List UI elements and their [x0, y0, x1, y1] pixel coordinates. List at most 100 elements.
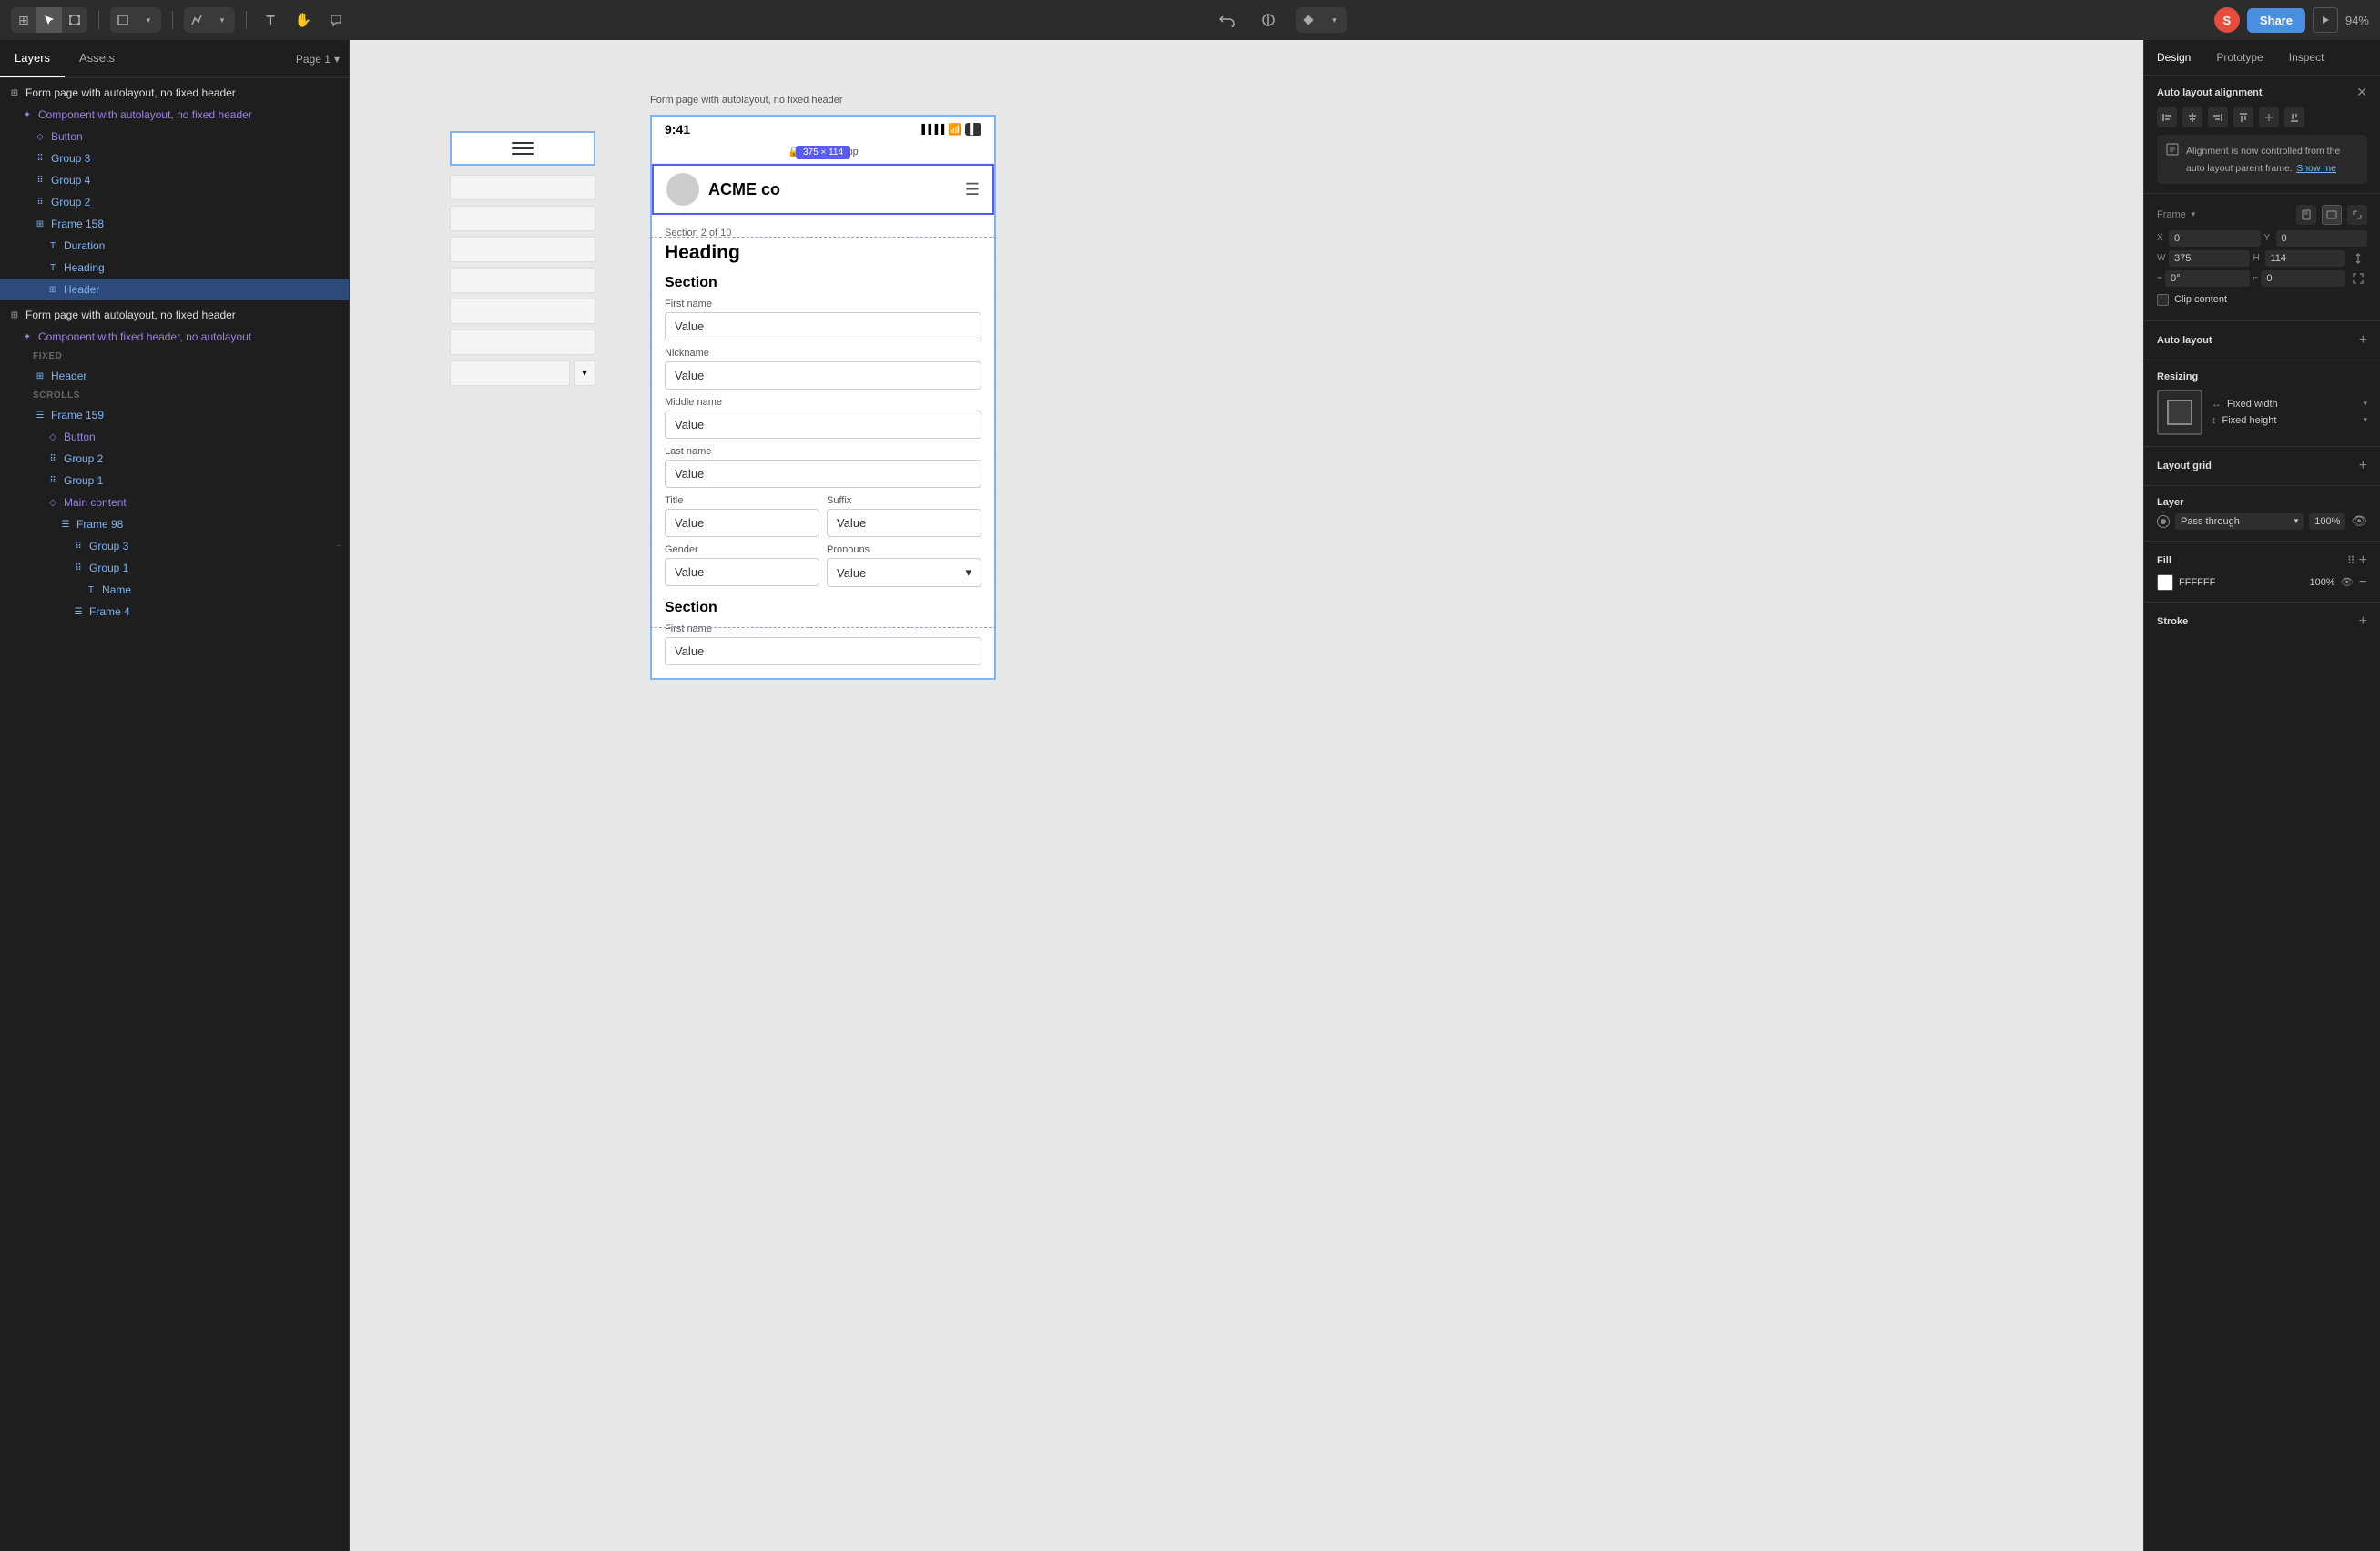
comment-tool-icon[interactable]: [323, 7, 349, 33]
distribute-down-icon[interactable]: [2284, 107, 2304, 127]
fullscreen-icon[interactable]: [2349, 270, 2367, 287]
visibility-icon[interactable]: 👁: [2351, 513, 2367, 529]
align-center-h-icon[interactable]: [2182, 107, 2202, 127]
layer-item[interactable]: ⠿ Group 1: [0, 557, 349, 579]
angle-value[interactable]: 0°: [2165, 270, 2249, 287]
undo-icon[interactable]: [1215, 7, 1241, 33]
field-input[interactable]: Value: [665, 312, 981, 340]
layer-label: Header: [51, 370, 86, 382]
tab-layers[interactable]: Layers: [0, 40, 65, 77]
corner-value[interactable]: 0: [2261, 270, 2345, 287]
close-icon[interactable]: ✕: [2356, 85, 2367, 100]
main-phone-frame[interactable]: 9:41 ▐▐▐▐ 📶 ▌ 🔒 acmeco.app 375 × 114: [650, 115, 996, 680]
landscape-frame-icon[interactable]: [2322, 205, 2342, 225]
shape-chevron-icon[interactable]: ▾: [209, 7, 235, 33]
phone-frame-icon[interactable]: [2296, 205, 2316, 225]
remove-fill-icon[interactable]: −: [2359, 575, 2367, 590]
mini-frame[interactable]: [450, 131, 595, 166]
layer-item[interactable]: ◇ Button: [0, 126, 349, 147]
component-icon[interactable]: [1296, 7, 1321, 33]
distribute-up-icon[interactable]: [2259, 107, 2279, 127]
layer-item[interactable]: ☰ Frame 98: [0, 513, 349, 535]
component-chevron-icon[interactable]: ▾: [1321, 7, 1347, 33]
field-input[interactable]: Value: [665, 460, 981, 488]
layer-item[interactable]: ⊞ Form page with autolayout, no fixed he…: [0, 82, 349, 104]
layer-item[interactable]: ⠿ Group 3 ~: [0, 535, 349, 557]
hand-tool-icon[interactable]: ✋: [290, 7, 316, 33]
frame-tool-icon[interactable]: [110, 7, 136, 33]
h-value[interactable]: 114: [2265, 250, 2346, 267]
add-fill-icon[interactable]: +: [2359, 552, 2367, 569]
pen-tool-icon[interactable]: [184, 7, 209, 33]
tab-inspect[interactable]: Inspect: [2276, 40, 2337, 75]
layer-item[interactable]: ◇ Main content: [0, 492, 349, 513]
frame-icon: ⊞: [33, 369, 47, 383]
clip-content-checkbox[interactable]: [2157, 294, 2169, 306]
layer-item[interactable]: ⠿ Group 1: [0, 470, 349, 492]
layer-item[interactable]: ⠿ Group 3: [0, 147, 349, 169]
text-tool-icon[interactable]: T: [258, 7, 283, 33]
layer-item[interactable]: ✦ Component with fixed header, no autola…: [0, 326, 349, 348]
layer-item[interactable]: ☰ Frame 4: [0, 601, 349, 623]
section-heading: Heading: [665, 242, 981, 264]
w-value[interactable]: 375: [2169, 250, 2250, 267]
layer-label: Group 2: [64, 452, 103, 465]
field-select[interactable]: Value ▾: [827, 558, 981, 587]
layer-item[interactable]: ◇ Button: [0, 426, 349, 448]
page-selector[interactable]: Page 1 ▾: [287, 40, 349, 77]
zoom-level[interactable]: 94%: [2345, 14, 2369, 27]
layer-item[interactable]: ☰ Frame 159: [0, 404, 349, 426]
layer-item[interactable]: ⊞ Frame 158: [0, 213, 349, 235]
layer-item[interactable]: ⠿ Group 4: [0, 169, 349, 191]
fill-grid-icon[interactable]: ⠿: [2347, 554, 2355, 567]
move-tool-icon[interactable]: [36, 7, 62, 33]
add-layout-grid-icon[interactable]: +: [2359, 458, 2367, 474]
field-input[interactable]: Value: [665, 361, 981, 390]
layer-item[interactable]: T Heading: [0, 257, 349, 279]
add-stroke-icon[interactable]: +: [2359, 613, 2367, 630]
layer-item[interactable]: ⊞ Header: [0, 365, 349, 387]
fill-opacity-value[interactable]: 100%: [2304, 577, 2335, 588]
field-input[interactable]: Value: [665, 558, 819, 586]
fixed-width-option[interactable]: ↔ Fixed width ▾: [2212, 399, 2367, 410]
field-input[interactable]: Value: [665, 637, 981, 665]
add-auto-layout-icon[interactable]: +: [2359, 332, 2367, 349]
opacity-value[interactable]: 100%: [2309, 513, 2345, 530]
layer-item[interactable]: ✦ Component with autolayout, no fixed he…: [0, 104, 349, 126]
fill-hex-value[interactable]: FFFFFF: [2179, 577, 2298, 588]
align-top-icon[interactable]: [2233, 107, 2253, 127]
layer-item[interactable]: ⊞ Form page with autolayout, no fixed he…: [0, 304, 349, 326]
fill-eye-icon[interactable]: 👁: [2341, 576, 2354, 588]
align-right-icon[interactable]: [2208, 107, 2228, 127]
align-left-icon[interactable]: [2157, 107, 2177, 127]
theme-toggle-icon[interactable]: [1256, 7, 1281, 33]
layer-item[interactable]: T Duration: [0, 235, 349, 257]
y-value[interactable]: 0: [2276, 230, 2368, 247]
fill-color-swatch[interactable]: [2157, 574, 2173, 591]
scale-tool-icon[interactable]: [62, 7, 87, 33]
tab-assets[interactable]: Assets: [65, 40, 129, 77]
main-menu-icon[interactable]: ⊞: [11, 7, 36, 33]
fixed-height-option[interactable]: ↕ Fixed height ▾: [2212, 415, 2367, 426]
canvas[interactable]: ▾ Form page with autolayout, no fixed he…: [350, 40, 2143, 1551]
play-icon[interactable]: [2313, 7, 2338, 33]
link-wh-icon[interactable]: [2349, 250, 2367, 267]
share-button[interactable]: Share: [2247, 8, 2305, 33]
x-value[interactable]: 0: [2169, 230, 2261, 247]
blend-mode-select[interactable]: Pass through ▾: [2175, 513, 2304, 530]
layer-item-header-selected[interactable]: ⊞ Header: [0, 279, 349, 300]
field-input[interactable]: Value: [827, 509, 981, 537]
resize-scale-icon[interactable]: [2347, 205, 2367, 225]
show-me-link[interactable]: Show me: [2296, 163, 2336, 174]
tab-design[interactable]: Design: [2144, 40, 2203, 75]
field-input[interactable]: Value: [665, 509, 819, 537]
company-header-selected[interactable]: 375 × 114 ACME co ☰: [652, 164, 994, 215]
layer-item[interactable]: ⠿ Group 2: [0, 191, 349, 213]
hamburger-line: [512, 153, 534, 155]
tab-prototype[interactable]: Prototype: [2203, 40, 2275, 75]
layer-item[interactable]: T Name: [0, 579, 349, 601]
field-input[interactable]: Value: [665, 411, 981, 439]
layer-item[interactable]: ⠿ Group 2: [0, 448, 349, 470]
frame-label-text: Frame: [2157, 209, 2186, 220]
chevron-down-icon[interactable]: ▾: [136, 7, 161, 33]
